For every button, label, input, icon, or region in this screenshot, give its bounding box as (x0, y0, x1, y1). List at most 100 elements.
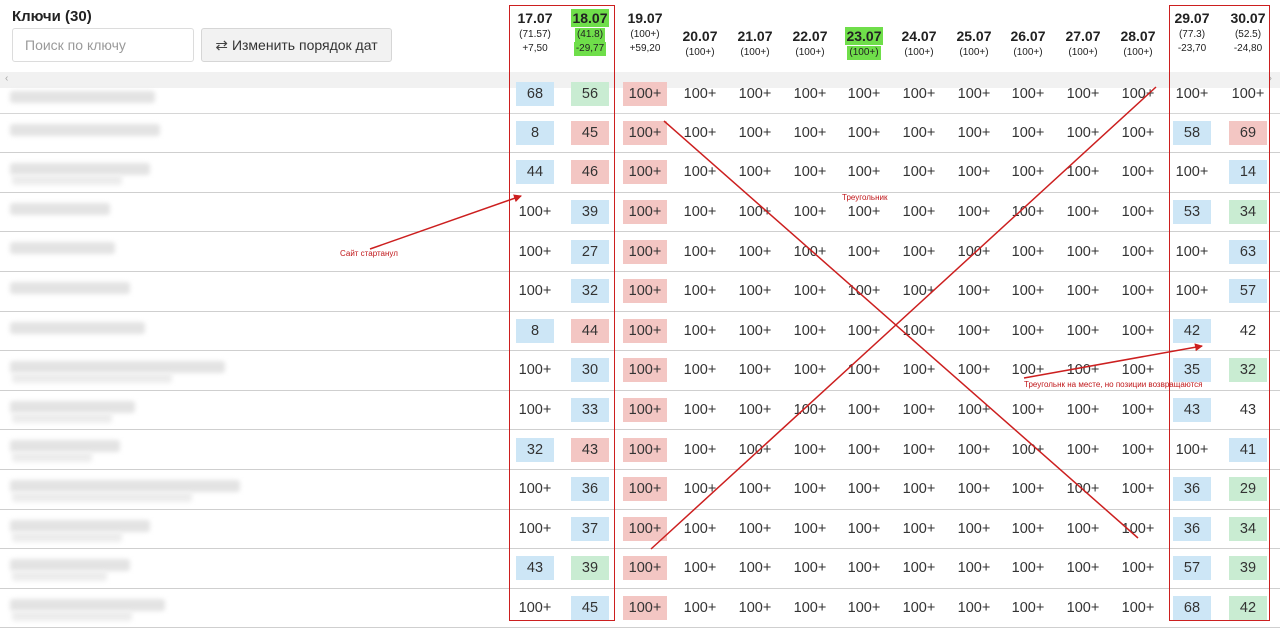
position-cell: 100+ (847, 402, 881, 419)
position-cell: 100+ (1121, 322, 1155, 339)
keyword-cell-blurred[interactable] (0, 312, 320, 351)
position-cell: 32 (1229, 358, 1267, 383)
date-label: 30.07 (1230, 10, 1266, 26)
position-cell: 100+ (1121, 481, 1155, 498)
position-cell: 100+ (793, 124, 827, 141)
position-cell: 100+ (1121, 243, 1155, 260)
position-cell: 100+ (1175, 441, 1209, 458)
date-average-position: (100+) (685, 47, 715, 58)
position-cell: 100+ (738, 481, 772, 498)
table-row: 100+ 27 100+ 100+ 100+ 100+ 100+ 100+ 100+ 100+ 10… (0, 232, 1280, 272)
date-average-position: (100+) (847, 46, 881, 60)
position-cell: 100+ (683, 402, 717, 419)
keyword-cell-blurred[interactable] (0, 114, 320, 153)
date-header-23.07[interactable]: 23.07 (100+) (837, 27, 891, 60)
keyword-cell-blurred[interactable] (0, 272, 320, 311)
date-delta: +7,50 (522, 43, 548, 54)
position-cell: 100+ (1011, 322, 1045, 339)
position-cell: 100+ (793, 86, 827, 102)
position-cell: 100+ (902, 402, 936, 419)
position-cell: 100+ (738, 560, 772, 577)
swap-arrows-icon: ⇄ (215, 37, 228, 54)
position-cell: 36 (1173, 516, 1211, 541)
date-header-17.07[interactable]: 17.07 (71.57) +7,50 (508, 9, 562, 56)
position-cell: 33 (571, 398, 609, 423)
position-cell: 57 (1229, 279, 1267, 304)
position-cell: 36 (1173, 477, 1211, 502)
position-cell: 100+ (1231, 86, 1265, 102)
date-average-position: (100+) (740, 47, 770, 58)
position-cell: 100+ (623, 200, 667, 225)
position-cell: 100+ (738, 441, 772, 458)
position-cell: 100+ (518, 600, 552, 617)
position-cell: 100+ (623, 279, 667, 304)
date-header-29.07[interactable]: 29.07 (77.3) -23,70 (1165, 9, 1219, 56)
position-cell: 14 (1229, 160, 1267, 185)
position-cell: 100+ (623, 82, 667, 106)
position-cell: 100+ (1121, 441, 1155, 458)
position-cell: 100+ (623, 160, 667, 185)
keyword-cell-blurred[interactable] (0, 391, 320, 430)
position-cell: 44 (516, 160, 554, 185)
position-cell: 100+ (683, 86, 717, 102)
position-cell: 41 (1229, 437, 1267, 462)
position-cell: 100+ (793, 600, 827, 617)
position-cell: 30 (571, 358, 609, 383)
position-cell: 100+ (1066, 560, 1100, 577)
keyword-cell-blurred[interactable] (0, 351, 320, 390)
position-cell: 100+ (847, 243, 881, 260)
position-cell: 100+ (683, 243, 717, 260)
position-cell: 100+ (683, 322, 717, 339)
date-header-27.07[interactable]: 27.07 (100+) (1056, 27, 1110, 60)
position-cell: 100+ (902, 362, 936, 379)
date-header-19.07[interactable]: 19.07 (100+) +59,20 (618, 9, 672, 56)
reorder-dates-button[interactable]: ⇄ Изменить порядок дат (201, 28, 392, 62)
date-header-26.07[interactable]: 26.07 (100+) (1001, 27, 1055, 60)
keyword-cell-blurred[interactable] (0, 589, 320, 628)
position-cell: 100+ (623, 556, 667, 581)
position-cell: 100+ (902, 164, 936, 181)
keyword-cell-blurred[interactable] (0, 193, 320, 232)
keyword-cell-blurred[interactable] (0, 153, 320, 192)
position-cell: 42 (1173, 318, 1211, 343)
position-cell: 100+ (902, 600, 936, 617)
position-cell: 100+ (793, 520, 827, 537)
date-header-24.07[interactable]: 24.07 (100+) (892, 27, 946, 60)
position-cell: 100+ (518, 520, 552, 537)
date-header-18.07[interactable]: 18.07 (41.8) -29,77 (563, 9, 617, 56)
position-cell: 100+ (1011, 481, 1045, 498)
position-cell: 100+ (623, 318, 667, 343)
keyword-cell-blurred[interactable] (0, 88, 320, 113)
keyword-cell-blurred[interactable] (0, 232, 320, 271)
position-cell: 100+ (1011, 441, 1045, 458)
position-cell: 100+ (1011, 164, 1045, 181)
position-cell: 8 (516, 318, 554, 343)
date-header-22.07[interactable]: 22.07 (100+) (783, 27, 837, 60)
position-cell: 100+ (1066, 322, 1100, 339)
position-cell: 100+ (623, 437, 667, 462)
date-header-25.07[interactable]: 25.07 (100+) (947, 27, 1001, 60)
date-label: 20.07 (682, 28, 718, 44)
date-header-21.07[interactable]: 21.07 (100+) (728, 27, 782, 60)
position-cell: 100+ (1011, 362, 1045, 379)
search-input[interactable] (12, 28, 194, 62)
date-header-30.07[interactable]: 30.07 (52.5) -24,80 (1221, 9, 1275, 56)
scroll-left-icon[interactable]: ‹ (5, 73, 8, 84)
position-cell: 39 (571, 556, 609, 581)
annotation-triangle: Треугольник (842, 193, 888, 202)
position-cell: 100+ (1121, 520, 1155, 537)
date-label: 22.07 (792, 28, 828, 44)
keyword-cell-blurred[interactable] (0, 470, 320, 509)
position-cell: 100+ (1121, 283, 1155, 300)
date-header-20.07[interactable]: 20.07 (100+) (673, 27, 727, 60)
position-cell: 100+ (1011, 86, 1045, 102)
keyword-cell-blurred[interactable] (0, 549, 320, 588)
position-cell: 39 (1229, 556, 1267, 581)
position-cell: 100+ (957, 283, 991, 300)
keyword-cell-blurred[interactable] (0, 510, 320, 549)
position-cell: 100+ (847, 600, 881, 617)
date-header-28.07[interactable]: 28.07 (100+) (1111, 27, 1165, 60)
position-cell: 100+ (683, 164, 717, 181)
keyword-cell-blurred[interactable] (0, 430, 320, 469)
position-cell: 100+ (957, 204, 991, 221)
